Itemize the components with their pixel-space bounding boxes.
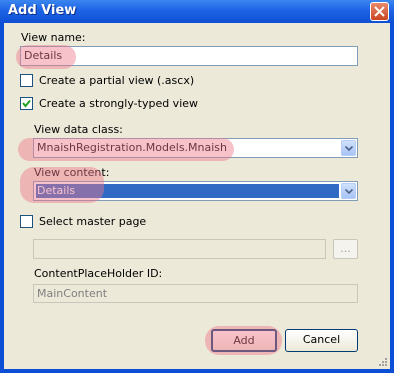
window-title: Add View xyxy=(8,3,77,18)
cancel-button[interactable]: Cancel xyxy=(285,329,358,352)
view-data-class-label: View data class: xyxy=(34,123,123,136)
partial-view-label: Create a partial view (.ascx) xyxy=(39,74,195,87)
resize-grip-icon[interactable] xyxy=(378,357,388,367)
add-button[interactable]: Add xyxy=(211,329,277,352)
title-bar[interactable]: Add View xyxy=(0,0,394,23)
view-content-selection xyxy=(36,184,339,198)
browse-master-page-button[interactable]: ... xyxy=(333,239,358,259)
view-content-label: View content: xyxy=(34,166,110,179)
content-placeholder-label: ContentPlaceHolder ID: xyxy=(34,267,163,280)
view-data-class-value: MnaishRegistration.Models.Mnaish xyxy=(37,141,228,154)
close-icon xyxy=(374,6,385,17)
add-button-label: Add xyxy=(233,334,255,347)
view-data-class-dropdown-button[interactable] xyxy=(341,140,356,156)
view-content-value: Details xyxy=(37,184,76,197)
strongly-typed-checkbox[interactable] xyxy=(20,97,33,110)
view-data-class-dropdown[interactable]: MnaishRegistration.Models.Mnaish xyxy=(33,138,358,158)
content-placeholder-value: MainContent xyxy=(37,287,108,300)
checkmark-icon xyxy=(22,99,31,108)
strongly-typed-label: Create a strongly-typed view xyxy=(39,97,199,110)
master-page-checkbox[interactable] xyxy=(20,215,33,228)
master-page-path-input[interactable] xyxy=(33,239,326,259)
master-page-label: Select master page xyxy=(39,215,147,228)
view-content-dropdown[interactable]: Details xyxy=(33,181,358,201)
view-content-dropdown-button[interactable] xyxy=(341,183,356,199)
view-name-label: View name: xyxy=(21,31,86,44)
dialog-body: View name: Details Create a partial view… xyxy=(4,23,390,369)
content-placeholder-input[interactable]: MainContent xyxy=(33,284,358,303)
browse-button-label: ... xyxy=(340,242,351,255)
chevron-down-icon xyxy=(345,189,353,194)
chevron-down-icon xyxy=(345,146,353,151)
close-button[interactable] xyxy=(370,2,389,21)
view-name-value: Details xyxy=(24,49,63,62)
view-name-input[interactable]: Details xyxy=(20,46,358,66)
add-view-dialog: Add View View name: Details Create a par… xyxy=(0,0,394,373)
partial-view-checkbox[interactable] xyxy=(20,74,33,87)
cancel-button-label: Cancel xyxy=(302,333,341,346)
